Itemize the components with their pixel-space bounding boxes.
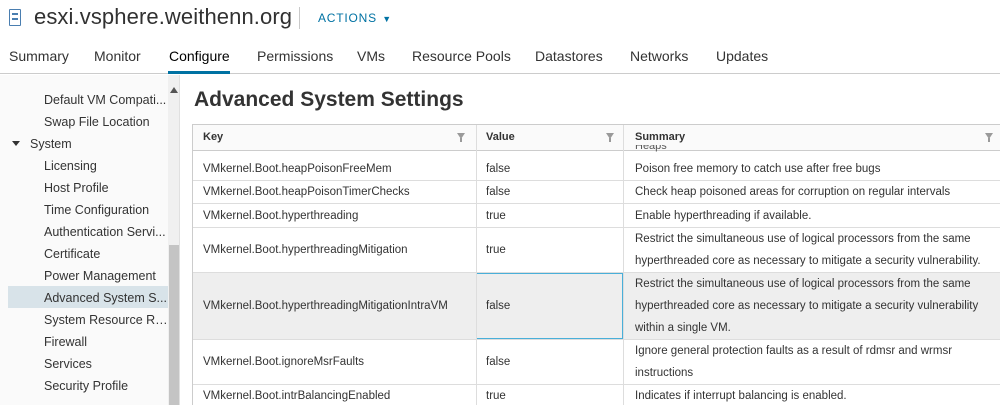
row-summary: Enable hyperthreading if available.: [635, 209, 812, 222]
actions-label: ACTIONS: [318, 11, 377, 25]
sidebar-item-default-vm-compatibility[interactable]: Default VM Compati...: [44, 93, 168, 107]
caret-down-icon: [12, 141, 20, 146]
table-row[interactable]: VMkernel.Boot.hyperthreading true Enable…: [193, 204, 1000, 228]
header-divider: [299, 7, 300, 29]
actions-menu-button[interactable]: ACTIONS ▼: [318, 11, 392, 25]
sidebar-item-time-configuration[interactable]: Time Configuration: [44, 203, 168, 217]
sidebar-item-advanced-system-settings[interactable]: Advanced System S...: [44, 291, 168, 305]
filter-key-icon[interactable]: [457, 133, 465, 142]
row-summary: Restrict the simultaneous use of logical…: [635, 233, 981, 267]
configure-sidebar: Default VM Compati... Swap File Location…: [0, 75, 180, 405]
table-row[interactable]: VMkernel.Boot.hyperthreadingMitigation t…: [193, 228, 1000, 273]
table-row[interactable]: VMkernel.Boot.heapPoisonFreeMem false Po…: [193, 158, 1000, 181]
column-header-value[interactable]: Value: [486, 131, 515, 143]
sidebar-group-system[interactable]: System: [12, 137, 72, 151]
tab-vms[interactable]: VMs: [357, 48, 385, 64]
section-title: Advanced System Settings: [194, 88, 464, 111]
tab-updates[interactable]: Updates: [716, 48, 768, 64]
table-row[interactable]: VMkernel.Boot.ignoreMsrFaults false Igno…: [193, 340, 1000, 385]
tab-permissions[interactable]: Permissions: [257, 48, 333, 64]
row-key: VMkernel.Boot.heapPoisonFreeMem: [203, 163, 392, 175]
active-tab-indicator: [168, 71, 230, 74]
filter-value-icon[interactable]: [606, 133, 614, 142]
row-value[interactable]: false: [486, 181, 616, 203]
row-value[interactable]: true: [486, 228, 616, 272]
clipped-row-text: Heaps: [635, 145, 667, 152]
row-summary: Indicates if interrupt balancing is enab…: [635, 390, 847, 402]
row-key: VMkernel.Boot.hyperthreadingMitigationIn…: [203, 300, 448, 312]
filter-summary-icon[interactable]: [985, 133, 993, 142]
row-key: VMkernel.Boot.intrBalancingEnabled: [203, 390, 391, 402]
sidebar-scroll-thumb[interactable]: [169, 245, 179, 405]
row-value[interactable]: true: [486, 204, 616, 227]
scroll-up-arrow-icon[interactable]: [170, 87, 178, 93]
tab-networks[interactable]: Networks: [630, 48, 688, 64]
row-summary: Poison free memory to catch use after fr…: [635, 163, 881, 175]
row-key: VMkernel.Boot.hyperthreadingMitigation: [203, 244, 408, 256]
sidebar-item-certificate[interactable]: Certificate: [44, 247, 168, 261]
column-divider[interactable]: [623, 125, 624, 405]
tab-bar: Summary Monitor Configure Permissions VM…: [0, 38, 1000, 74]
page-title-host: esxi.vsphere.weithenn.org: [34, 4, 293, 29]
row-key: VMkernel.Boot.hyperthreading: [203, 209, 359, 222]
row-key: VMkernel.Boot.heapPoisonTimerChecks: [203, 186, 410, 198]
tab-datastores[interactable]: Datastores: [535, 48, 603, 64]
sidebar-item-power-management[interactable]: Power Management: [44, 269, 168, 283]
sidebar-item-host-profile[interactable]: Host Profile: [44, 181, 168, 195]
chevron-down-icon: ▼: [378, 14, 392, 24]
sidebar-group-label: System: [30, 137, 72, 151]
sidebar-item-security-profile[interactable]: Security Profile: [44, 379, 168, 393]
column-divider[interactable]: [476, 125, 477, 405]
row-value[interactable]: true: [486, 385, 616, 405]
sidebar-item-licensing[interactable]: Licensing: [44, 159, 168, 173]
row-summary: Restrict the simultaneous use of logical…: [635, 278, 979, 334]
column-header-key[interactable]: Key: [203, 131, 223, 143]
advanced-settings-grid: Key Value Summary Heaps VMkernel.Boot.he…: [192, 124, 1000, 405]
object-header: esxi.vsphere.weithenn.org ACTIONS ▼: [0, 0, 1000, 38]
tab-monitor[interactable]: Monitor: [94, 48, 141, 64]
row-value[interactable]: false: [486, 340, 616, 384]
row-summary: Ignore general protection faults as a re…: [635, 345, 953, 379]
table-row[interactable]: VMkernel.Boot.intrBalancingEnabled true …: [193, 385, 1000, 405]
host-icon: [9, 9, 21, 26]
sidebar-item-services[interactable]: Services: [44, 357, 168, 371]
sidebar-item-authentication-services[interactable]: Authentication Servi...: [44, 225, 168, 239]
row-value[interactable]: false: [486, 273, 616, 339]
tab-summary[interactable]: Summary: [9, 48, 69, 64]
sidebar-item-system-resource-reservation[interactable]: System Resource Re...: [44, 313, 168, 327]
row-summary: Check heap poisoned areas for corruption…: [635, 186, 951, 198]
sidebar-item-swap-file-location[interactable]: Swap File Location: [44, 115, 168, 129]
grid-header: Key Value Summary: [193, 125, 1000, 151]
row-value[interactable]: false: [486, 158, 616, 180]
table-row-selected[interactable]: VMkernel.Boot.hyperthreadingMitigationIn…: [193, 273, 1000, 340]
tab-resource-pools[interactable]: Resource Pools: [412, 48, 511, 64]
row-key: VMkernel.Boot.ignoreMsrFaults: [203, 356, 365, 368]
tab-configure[interactable]: Configure: [169, 48, 230, 64]
table-row[interactable]: VMkernel.Boot.heapPoisonTimerChecks fals…: [193, 181, 1000, 204]
sidebar-item-firewall[interactable]: Firewall: [44, 335, 168, 349]
column-header-summary[interactable]: Summary: [635, 131, 685, 143]
